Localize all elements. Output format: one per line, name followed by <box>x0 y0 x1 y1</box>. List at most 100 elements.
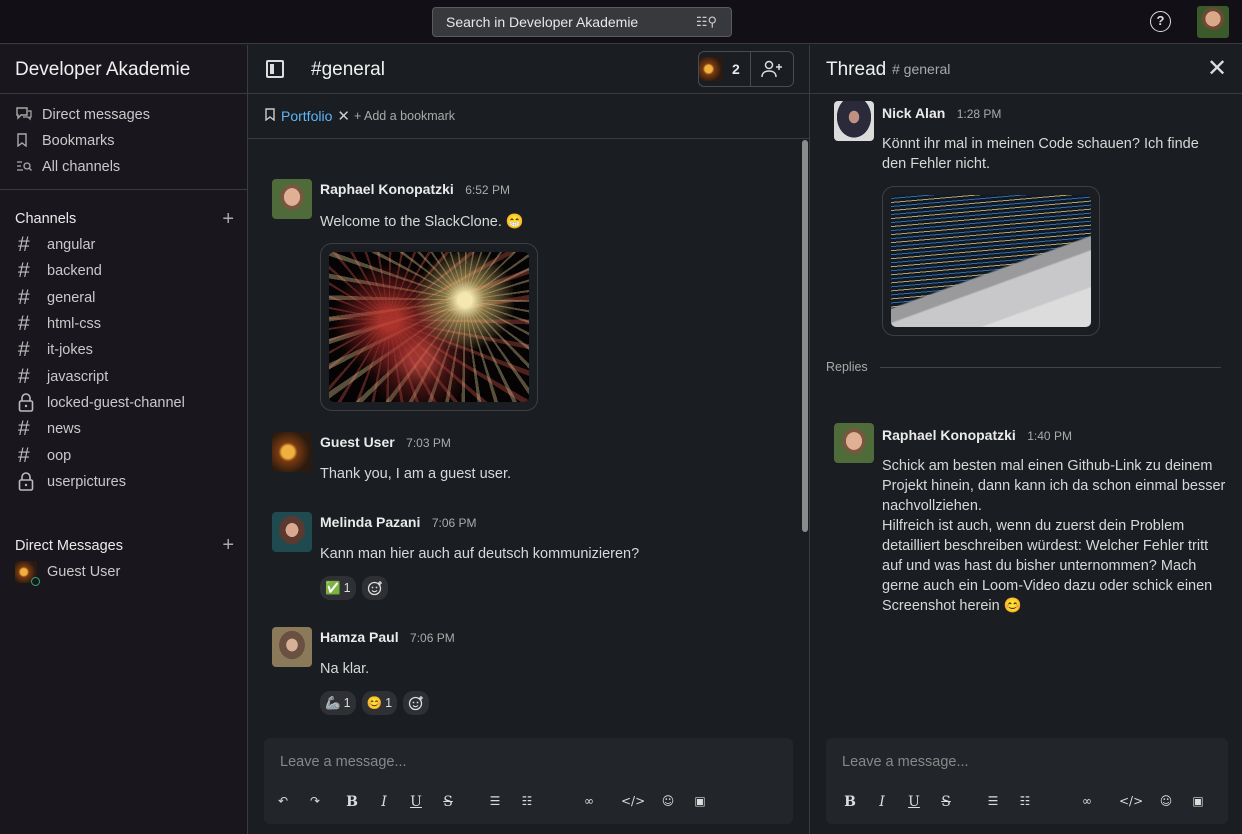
nav-bookmarks[interactable]: Bookmarks <box>0 128 247 154</box>
channel-title[interactable]: #general <box>311 59 385 81</box>
workspace-name[interactable]: Developer Akademie <box>0 45 247 94</box>
channel-label: html-css <box>47 316 101 333</box>
avatar[interactable] <box>272 512 312 552</box>
message-author[interactable]: Hamza Paul <box>320 629 399 645</box>
sidebar-item-channel[interactable]: # angular <box>0 232 247 258</box>
image-upload-icon[interactable]: ▣ <box>690 794 710 808</box>
sidebar-item-channel[interactable]: # news <box>0 416 247 442</box>
channels-search-icon <box>16 159 42 175</box>
search-bar[interactable]: Search in Developer Akademie ☷⚲ <box>432 7 732 37</box>
sidebar-item-channel[interactable]: locked-guest-channel <box>0 390 247 416</box>
avatar[interactable] <box>272 627 312 667</box>
message-text: Schick am besten mal einen Github-Link z… <box>882 458 1226 514</box>
scrollbar[interactable] <box>802 140 808 532</box>
avatar[interactable] <box>834 423 874 463</box>
reaction-count: 1 <box>385 696 393 710</box>
avatar[interactable] <box>272 432 312 472</box>
channel-label: oop <box>47 447 72 464</box>
replies-divider: Replies <box>826 360 1221 374</box>
hash-icon: # <box>18 364 30 388</box>
sidebar-item-channel[interactable]: # backend <box>0 258 247 284</box>
remove-bookmark-icon[interactable]: ✕ <box>337 107 350 125</box>
italic-icon[interactable]: I <box>374 794 394 810</box>
bullet-list-icon[interactable]: ☰ <box>485 794 505 808</box>
italic-icon[interactable]: I <box>872 794 892 810</box>
add-reaction-icon[interactable] <box>361 576 388 600</box>
sidebar-item-channel[interactable]: # general <box>0 285 247 311</box>
add-member-icon[interactable] <box>751 52 793 86</box>
link-icon[interactable]: ∞ <box>579 794 599 808</box>
sidebar-item-channel[interactable]: # oop <box>0 442 247 468</box>
underline-icon[interactable]: U <box>904 794 924 810</box>
dm-item-guest-user[interactable]: Guest User <box>0 559 247 586</box>
strikethrough-icon[interactable]: S <box>438 794 458 810</box>
hash-icon: # <box>18 417 30 441</box>
reaction-chip[interactable]: 🦾 1 <box>320 691 356 715</box>
sidebar-item-channel[interactable]: # javascript <box>0 363 247 389</box>
image-upload-icon[interactable]: ▣ <box>1188 794 1208 808</box>
redo-icon[interactable]: ↷ <box>305 794 325 808</box>
add-dm-icon[interactable]: + <box>222 534 234 557</box>
nav-all-channels[interactable]: All channels <box>0 154 247 180</box>
sidebar-item-channel[interactable]: # html-css <box>0 311 247 337</box>
message-text: Na klar. <box>320 661 370 677</box>
message-author[interactable]: Raphael Konopatzki <box>882 427 1016 443</box>
message-composer[interactable]: Leave a message... ↶ ↷ B I U S ☰ ☷ ∞ </>… <box>264 738 793 824</box>
dm-header[interactable]: Direct Messages + <box>0 533 247 559</box>
message-time: 7:06 PM <box>431 516 477 530</box>
nav-direct-messages[interactable]: Direct messages <box>0 102 247 128</box>
message-author[interactable]: Raphael Konopatzki <box>320 181 454 197</box>
add-bookmark-button[interactable]: + Add a bookmark <box>354 109 455 123</box>
user-avatar[interactable] <box>1197 6 1229 38</box>
sidebar-item-channel[interactable]: userpictures <box>0 469 247 495</box>
toggle-sidebar-icon[interactable] <box>266 60 284 78</box>
bold-icon[interactable]: B <box>840 794 860 810</box>
link-icon[interactable]: ∞ <box>1077 794 1097 808</box>
emoji-icon[interactable]: ☺ <box>1156 794 1176 808</box>
numbered-list-icon[interactable]: ☷ <box>517 794 537 808</box>
message-author[interactable]: Guest User <box>320 434 395 450</box>
image-attachment[interactable] <box>320 243 538 411</box>
message-author[interactable]: Nick Alan <box>882 105 945 121</box>
code-icon[interactable]: </> <box>1119 794 1143 808</box>
avatar[interactable] <box>834 101 874 141</box>
code-icon[interactable]: </> <box>621 794 645 808</box>
channels-header[interactable]: Channels + <box>0 206 247 232</box>
search-filter-icon[interactable]: ☷⚲ <box>696 8 717 36</box>
reaction-emoji: 😊 <box>366 695 383 710</box>
close-icon[interactable]: ✕ <box>1207 54 1227 83</box>
help-icon[interactable]: ? <box>1150 11 1171 32</box>
member-avatar <box>699 57 723 81</box>
undo-icon[interactable]: ↶ <box>273 794 293 808</box>
online-status-icon <box>31 576 40 586</box>
thread-composer[interactable]: Leave a message... B I U S ☰ ☷ ∞ </> ☺ ▣ <box>826 738 1228 824</box>
reaction-count: 1 <box>343 581 351 595</box>
numbered-list-icon[interactable]: ☷ <box>1015 794 1035 808</box>
message-author[interactable]: Melinda Pazani <box>320 514 420 530</box>
emoji-icon[interactable]: ☺ <box>658 794 678 808</box>
channel-label: general <box>47 289 96 306</box>
image-attachment[interactable] <box>882 186 1100 336</box>
bold-icon[interactable]: B <box>342 794 362 810</box>
reaction-chip[interactable]: ✅ 1 <box>320 576 356 600</box>
add-channel-icon[interactable]: + <box>222 208 234 231</box>
thread-channel[interactable]: # general <box>892 61 950 77</box>
top-bar: Search in Developer Akademie ☷⚲ ? <box>0 0 1242 44</box>
bookmark-icon <box>16 132 42 150</box>
channels-title: Channels <box>15 211 77 227</box>
sidebar-item-channel[interactable]: # it-jokes <box>0 337 247 363</box>
replies-label: Replies <box>826 360 868 374</box>
avatar[interactable] <box>272 179 312 219</box>
bookmark-icon <box>265 108 275 124</box>
hash-icon: # <box>18 443 30 467</box>
bullet-list-icon[interactable]: ☰ <box>983 794 1003 808</box>
bookmark-link[interactable]: Portfolio <box>281 108 332 124</box>
composer-input[interactable]: Leave a message... <box>842 754 969 770</box>
reaction-chip[interactable]: 😊 1 <box>361 691 398 715</box>
composer-input[interactable]: Leave a message... <box>280 754 407 770</box>
members-button[interactable]: 2 <box>698 51 794 87</box>
underline-icon[interactable]: U <box>406 794 426 810</box>
hash-icon: # <box>18 259 30 283</box>
add-reaction-icon[interactable] <box>403 691 430 715</box>
strikethrough-icon[interactable]: S <box>936 794 956 810</box>
